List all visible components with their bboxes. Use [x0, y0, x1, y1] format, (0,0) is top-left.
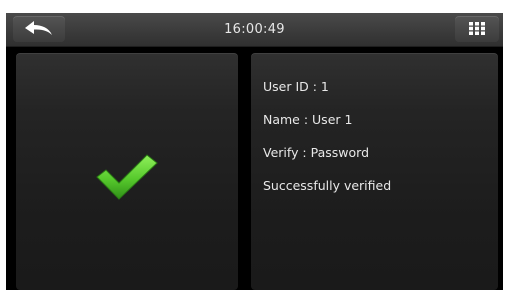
- checkmark-icon: [96, 154, 158, 200]
- clock-time: 16:00:49: [224, 22, 285, 37]
- verification-status-text: Successfully verified: [263, 178, 392, 193]
- verification-screen: 16:00:49 User ID: 1 Name: User 1 Verif…: [6, 13, 503, 290]
- result-panel: [16, 53, 238, 290]
- user-id-text: User ID : 1: [263, 79, 329, 94]
- menu-button[interactable]: [455, 16, 499, 42]
- user-name-text: Name : User 1: [263, 112, 353, 127]
- grid-menu-icon: [469, 22, 485, 35]
- verify-mode-text: Verify : Password: [263, 145, 370, 160]
- user-info-panel: User ID : 1 Name : User 1 Verify : Passw…: [251, 53, 498, 290]
- top-bar: 16:00:49: [6, 13, 503, 47]
